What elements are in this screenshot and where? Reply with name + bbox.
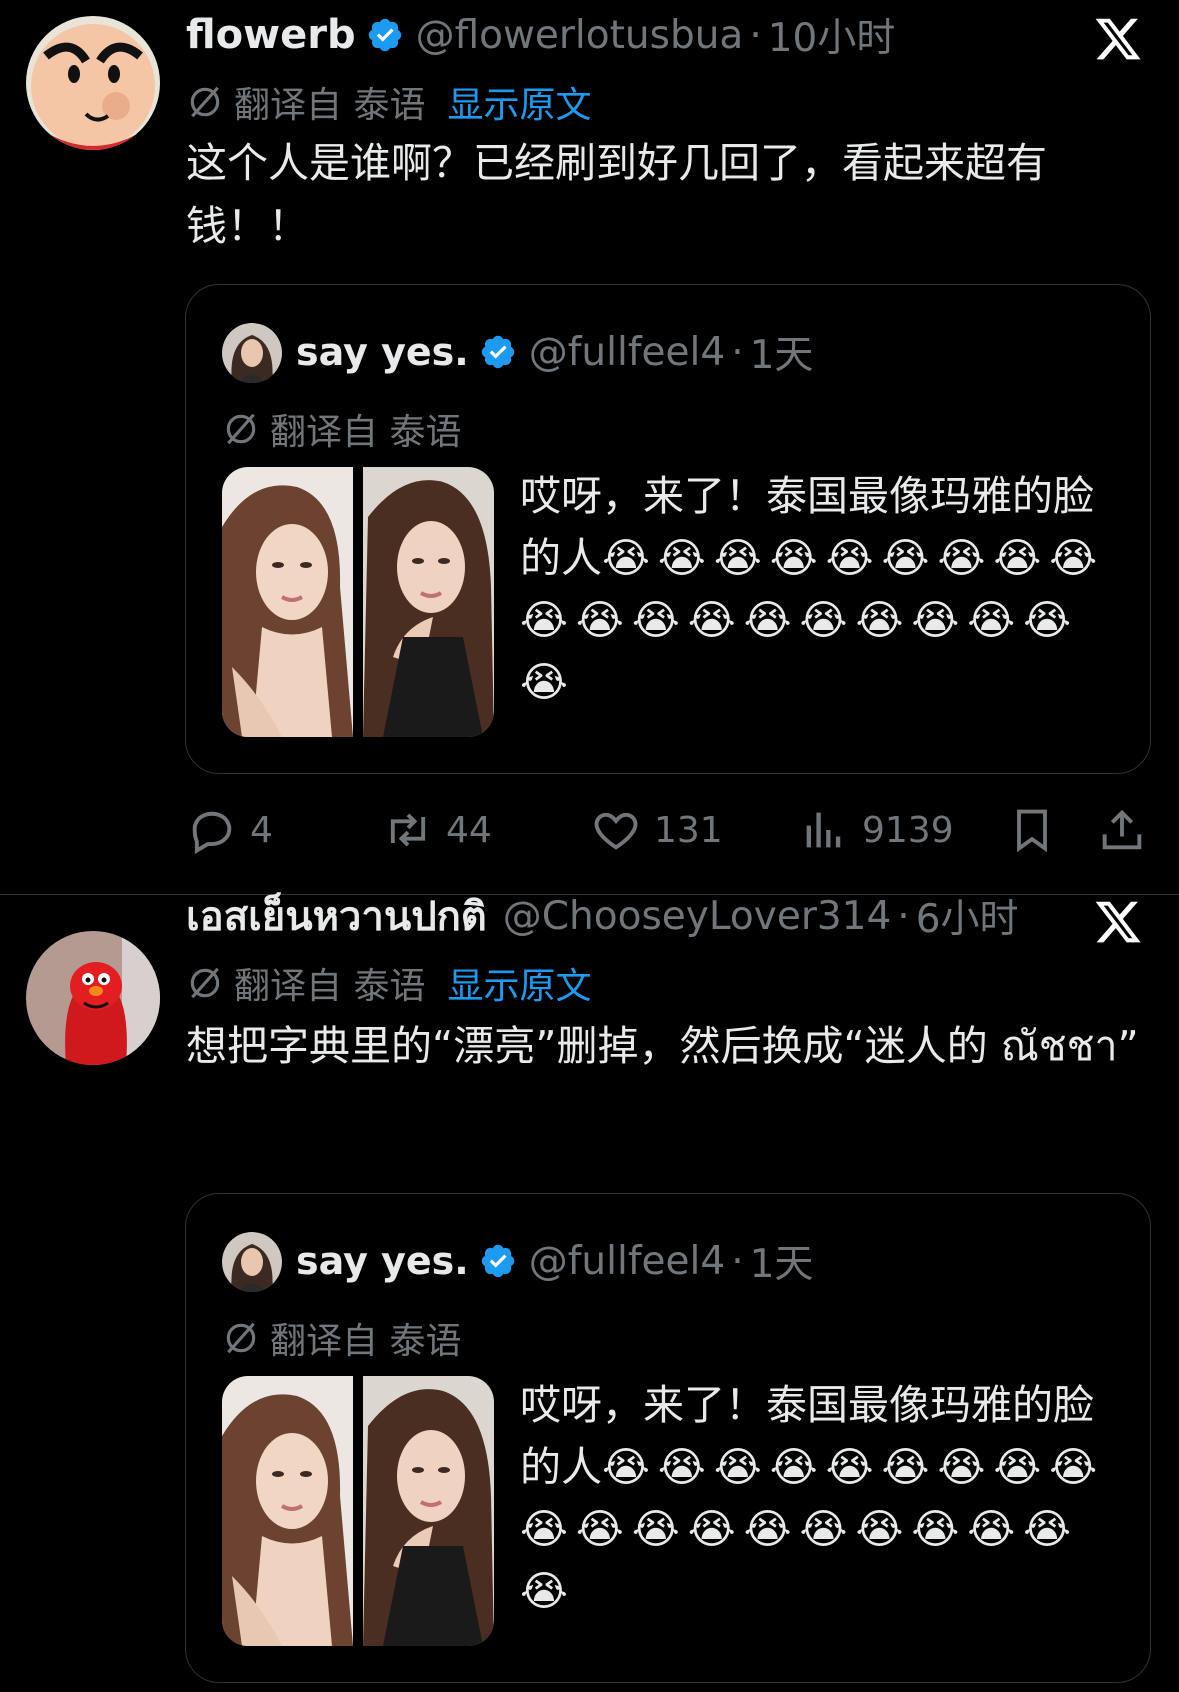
share-button[interactable] <box>1096 800 1160 860</box>
like-count: 131 <box>654 809 723 851</box>
photo-right[interactable] <box>363 1376 494 1646</box>
tweet-header: flowerb @flowerlotusbua · 10小时 <box>186 7 896 63</box>
tweet-2[interactable]: เอสเย็นหวานปกติ @ChooseyLover314 · 6小时 翻… <box>0 894 1179 1692</box>
separator-dot: · <box>897 893 910 939</box>
view-count: 9139 <box>862 809 954 851</box>
quoted-handle[interactable]: @fullfeel4 <box>529 1239 726 1284</box>
separator-dot: · <box>731 329 744 375</box>
heart-icon <box>594 812 638 850</box>
views-button[interactable]: 9139 <box>798 800 954 860</box>
verified-badge-icon <box>479 333 517 371</box>
quoted-display-name[interactable]: say yes. <box>296 1239 469 1283</box>
display-name[interactable]: เอสเย็นหวานปกติ <box>186 884 487 948</box>
bookmark-icon <box>1017 809 1047 853</box>
quoted-tweet[interactable]: say yes. @fullfeel4 · 1天 翻译自 泰语 哎呀，来了！泰国… <box>185 284 1151 774</box>
show-original-link[interactable]: 显示原文 <box>447 76 591 128</box>
user-handle[interactable]: @flowerlotusbua <box>416 13 744 58</box>
quoted-text: 哎呀，来了！泰国最像玛雅的脸的人😭😭😭😭😭😭😭😭😭😭😭😭😭😭😭😭😭😭😭😭 <box>520 1374 1120 1622</box>
views-icon <box>806 812 841 848</box>
translated-from-label: 翻译自 泰语 <box>234 966 426 1007</box>
timestamp[interactable]: 6小时 <box>916 888 1019 944</box>
reply-count: 4 <box>250 809 273 851</box>
translated-from-label: 翻译自 泰语 <box>234 85 426 126</box>
crying-emoji-run: 😭😭😭😭😭😭😭😭😭😭😭😭😭😭😭😭😭😭😭😭 <box>520 1443 1106 1615</box>
share-icon <box>1102 809 1142 850</box>
translate-icon <box>222 410 260 448</box>
verified-badge-icon <box>479 1242 517 1280</box>
translate-icon <box>222 1319 260 1357</box>
photo-right[interactable] <box>363 467 494 737</box>
reply-button[interactable]: 4 <box>186 800 273 860</box>
separator-dot: · <box>749 12 762 58</box>
user-handle[interactable]: @ChooseyLover314 <box>503 894 892 939</box>
translate-icon <box>186 964 224 1002</box>
quoted-handle[interactable]: @fullfeel4 <box>529 330 726 375</box>
photo-left[interactable] <box>222 467 353 737</box>
translated-from-label: 翻译自 泰语 <box>270 1321 462 1362</box>
timestamp[interactable]: 10小时 <box>768 7 896 63</box>
action-bar: 4 44 131 9139 <box>186 800 1146 860</box>
retweet-icon <box>390 813 426 847</box>
quoted-translation-row: 翻译自 泰语 <box>222 403 461 455</box>
avatar-user-2[interactable] <box>26 931 160 1065</box>
like-button[interactable]: 131 <box>590 800 723 860</box>
tweet-1[interactable]: flowerb @flowerlotusbua · 10小时 翻译自 泰语 显示… <box>0 0 1179 894</box>
photo-left[interactable] <box>222 1376 353 1646</box>
avatar-say-yes[interactable] <box>222 1232 282 1292</box>
reply-icon <box>192 811 232 855</box>
quoted-media[interactable] <box>222 1376 494 1646</box>
quoted-header: say yes. @fullfeel4 · 1天 <box>296 324 814 380</box>
display-name[interactable]: flowerb <box>186 12 356 58</box>
quoted-timestamp[interactable]: 1天 <box>750 324 814 380</box>
bookmark-button[interactable] <box>1006 800 1070 860</box>
translated-from-label: 翻译自 泰语 <box>270 412 462 453</box>
quoted-tweet[interactable]: say yes. @fullfeel4 · 1天 翻译自 泰语 哎呀，来了！泰国… <box>185 1193 1151 1683</box>
crying-emoji-run: 😭😭😭😭😭😭😭😭😭😭😭😭😭😭😭😭😭😭😭😭 <box>520 534 1106 706</box>
verified-badge-icon <box>366 16 404 54</box>
quoted-media[interactable] <box>222 467 494 737</box>
avatar-say-yes[interactable] <box>222 323 282 383</box>
translate-icon <box>186 83 224 121</box>
translation-row: 翻译自 泰语 显示原文 <box>186 76 591 128</box>
x-logo-icon <box>1093 897 1143 947</box>
tweet-header: เอสเย็นหวานปกติ @ChooseyLover314 · 6小时 <box>186 888 1019 944</box>
x-logo-icon <box>1093 14 1143 64</box>
translation-row: 翻译自 泰语 显示原文 <box>186 957 591 1009</box>
quoted-display-name[interactable]: say yes. <box>296 330 469 374</box>
quoted-translation-row: 翻译自 泰语 <box>222 1312 461 1364</box>
quoted-header: say yes. @fullfeel4 · 1天 <box>296 1233 814 1289</box>
show-original-link[interactable]: 显示原文 <box>447 957 591 1009</box>
retweet-count: 44 <box>446 809 492 851</box>
quoted-timestamp[interactable]: 1天 <box>750 1233 814 1289</box>
quoted-text: 哎呀，来了！泰国最像玛雅的脸的人😭😭😭😭😭😭😭😭😭😭😭😭😭😭😭😭😭😭😭😭 <box>520 465 1120 713</box>
tweet-text: 这个人是谁啊？已经刷到好几回了，看起来超有钱！！ <box>186 139 1047 250</box>
tweet-text: 想把字典里的“漂亮”删掉，然后换成“迷人的 ณัชชา” <box>186 1022 1139 1070</box>
retweet-button[interactable]: 44 <box>382 800 492 860</box>
separator-dot: · <box>731 1238 744 1284</box>
avatar-flowerb[interactable] <box>26 16 160 150</box>
